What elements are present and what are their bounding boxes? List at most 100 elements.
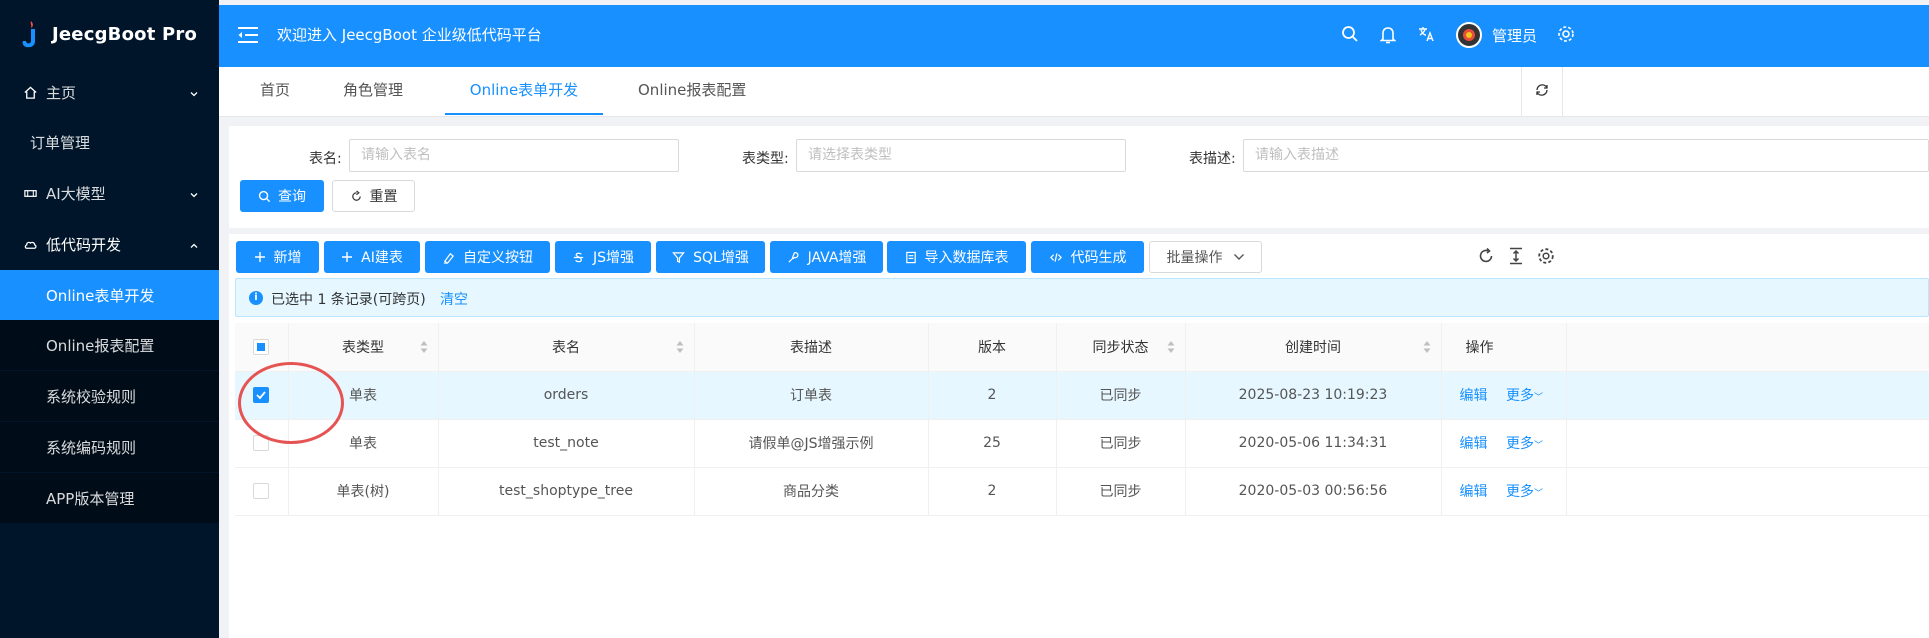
sidebar-item-label: 系统编码规则 — [46, 438, 137, 457]
sidebar-item-encoding-rules[interactable]: 系统编码规则 — [0, 422, 219, 472]
avatar[interactable] — [1456, 22, 1482, 48]
sidebar-item-validation-rules[interactable]: 系统校验规则 — [0, 371, 219, 421]
cell-filler — [1566, 371, 1929, 420]
bell-icon[interactable] — [1379, 25, 1397, 49]
app-root: JeecgBoot Pro 主页 订单管理 AI大模型 低代码开发 Online… — [0, 0, 1929, 638]
java-enhance-label: JAVA增强 — [807, 250, 867, 266]
import-db-table-button[interactable]: 导入数据库表 — [887, 241, 1026, 273]
import-db-label: 导入数据库表 — [924, 250, 1009, 266]
sidebar-item-label: Online表单开发 — [46, 286, 155, 305]
plus-icon — [254, 251, 266, 263]
sidebar-item-orders[interactable]: 订单管理 — [0, 117, 219, 167]
column-header-created[interactable]: 创建时间 — [1185, 323, 1442, 372]
more-label: 更多 — [1505, 436, 1534, 452]
more-dropdown[interactable]: 更多﹀ — [1506, 484, 1543, 500]
column-header-name[interactable]: 表名 — [438, 323, 695, 372]
query-button[interactable]: 查询 — [240, 180, 324, 212]
table-row[interactable]: 单表 test_note 请假单@JS增强示例 25 已同步 2020-05-0… — [235, 419, 1929, 468]
table-row[interactable]: 单表(树) test_shoptype_tree 商品分类 2 已同步 2020… — [235, 467, 1929, 516]
settings-icon[interactable] — [1537, 247, 1555, 269]
cell-version: 2 — [928, 467, 1057, 516]
tab-online-report[interactable]: Online报表配置 — [638, 67, 746, 115]
search-icon[interactable] — [1341, 25, 1359, 47]
add-button-label: 新增 — [273, 250, 302, 266]
welcome-text: 欢迎进入 JeecgBoot 企业级低代码平台 — [277, 26, 542, 44]
cell-name: test_note — [438, 419, 695, 468]
code-generate-button[interactable]: 代码生成 — [1031, 241, 1144, 273]
chevron-down-icon: ﹀ — [1533, 489, 1543, 499]
sql-enhance-button[interactable]: SQL增强 — [656, 241, 765, 273]
cell-filler — [1566, 419, 1929, 468]
tab-online-form[interactable]: Online表单开发 — [445, 67, 603, 115]
sort-icon[interactable] — [1167, 340, 1175, 354]
cell-filler — [1566, 467, 1929, 516]
column-header-sync-status[interactable]: 同步状态 — [1056, 323, 1186, 372]
cell-created: 2020-05-06 11:34:31 — [1185, 419, 1442, 468]
java-enhance-button[interactable]: JAVA增强 — [770, 241, 883, 273]
sort-icon[interactable] — [420, 340, 428, 354]
sidebar-item-ai-model[interactable]: AI大模型 — [0, 168, 219, 218]
menu-fold-icon[interactable] — [237, 25, 259, 49]
column-title: 创建时间 — [1285, 339, 1341, 356]
chevron-down-icon: ﹀ — [1533, 441, 1543, 451]
code-icon — [1049, 251, 1063, 264]
cell-version: 25 — [928, 419, 1057, 468]
table-type-select[interactable]: 请选择表类型 — [796, 139, 1126, 172]
column-height-icon[interactable] — [1508, 247, 1524, 269]
cell-name: orders — [438, 371, 695, 420]
translate-icon[interactable] — [1417, 25, 1435, 47]
filter-icon — [672, 251, 686, 264]
code-generate-label: 代码生成 — [1070, 250, 1127, 266]
sidebar-item-lowcode[interactable]: 低代码开发 — [0, 219, 219, 269]
sidebar-item-home[interactable]: 主页 — [0, 67, 219, 117]
table-name-label: 表名: — [309, 151, 342, 167]
reset-button[interactable]: 重置 — [332, 180, 415, 212]
edit-link[interactable]: 编辑 — [1460, 388, 1488, 404]
cloud-icon — [22, 236, 38, 252]
js-enhance-button[interactable]: JS增强 — [555, 241, 651, 273]
sidebar-item-label: AI大模型 — [46, 184, 106, 203]
edit-link[interactable]: 编辑 — [1460, 484, 1488, 500]
clear-selection-link[interactable]: 清空 — [440, 289, 468, 309]
table-desc-input[interactable]: 请输入表描述 — [1243, 139, 1929, 172]
ai-model-icon — [22, 185, 38, 201]
sidebar-item-label: 低代码开发 — [46, 235, 122, 254]
edit-link[interactable]: 编辑 — [1460, 436, 1488, 452]
refresh-tabs-button[interactable] — [1521, 67, 1563, 116]
table-row[interactable]: 单表 orders 订单表 2 已同步 2025-08-23 10:19:23 … — [235, 371, 1929, 420]
search-icon — [258, 190, 271, 203]
sidebar-item-online-report[interactable]: Online报表配置 — [0, 320, 219, 370]
select-all-checkbox[interactable] — [253, 338, 270, 355]
add-button[interactable]: 新增 — [236, 241, 319, 273]
column-title: 操作 — [1465, 339, 1494, 356]
more-dropdown[interactable]: 更多﹀ — [1506, 436, 1543, 452]
tab-home[interactable]: 首页 — [260, 67, 290, 115]
cell-name: test_shoptype_tree — [438, 467, 695, 516]
ai-build-table-button[interactable]: AI建表 — [324, 241, 420, 273]
custom-button-button[interactable]: 自定义按钮 — [425, 241, 550, 273]
chevron-down-icon: ﹀ — [1533, 393, 1543, 403]
cell-desc: 订单表 — [694, 371, 929, 420]
sort-icon[interactable] — [676, 340, 684, 354]
more-dropdown[interactable]: 更多﹀ — [1506, 388, 1543, 404]
selection-count-text: 已选中 1 条记录(可跨页) — [271, 292, 426, 308]
table-name-input[interactable]: 请输入表名 — [349, 139, 679, 172]
logo[interactable]: JeecgBoot Pro — [0, 0, 219, 68]
reload-icon[interactable] — [1477, 247, 1495, 269]
sort-icon[interactable] — [1423, 340, 1431, 354]
sidebar: JeecgBoot Pro 主页 订单管理 AI大模型 低代码开发 Online… — [0, 0, 219, 638]
settings-icon[interactable] — [1557, 25, 1575, 47]
column-header-filler — [1566, 323, 1929, 372]
online-form-table: 表类型 表名 表描述 版本 同步状态 创建时间 操作 单表 orders 订单表… — [235, 323, 1929, 516]
app-name: JeecgBoot Pro — [52, 23, 198, 45]
column-header-type[interactable]: 表类型 — [288, 323, 439, 372]
chevron-down-icon — [1233, 252, 1245, 262]
batch-operations-dropdown[interactable]: 批量操作 — [1149, 241, 1262, 273]
user-name[interactable]: 管理员 — [1492, 25, 1537, 46]
tab-role-management[interactable]: 角色管理 — [343, 67, 403, 115]
row-checkbox[interactable] — [253, 483, 270, 499]
sidebar-item-online-form[interactable]: Online表单开发 — [0, 270, 219, 320]
column-header-desc: 表描述 — [694, 323, 929, 372]
sidebar-item-app-version[interactable]: APP版本管理 — [0, 473, 219, 523]
column-header-actions: 操作 — [1441, 323, 1567, 372]
